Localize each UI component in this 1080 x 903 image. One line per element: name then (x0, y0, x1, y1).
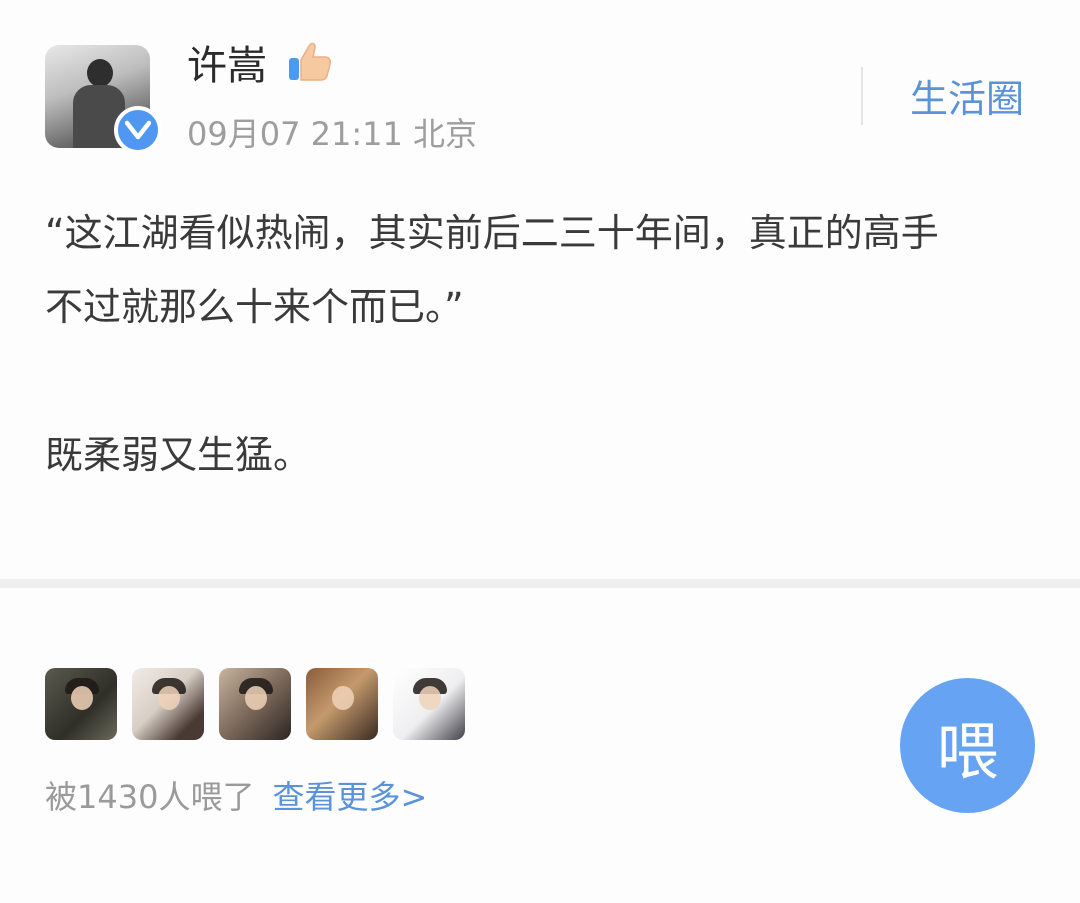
post-line: 不过就那么十来个而已。” (45, 285, 464, 329)
life-circle-link[interactable]: 生活圈 (910, 74, 1024, 124)
liker-avatar[interactable] (219, 668, 291, 740)
post-body: “这江湖看似热闹，其实前后二三十年间，真正的高手 不过就那么十来个而已。” 既柔… (45, 196, 1045, 492)
liker-face (245, 686, 267, 710)
verified-badge-icon (114, 106, 162, 154)
post-page: 许嵩 09月07 21:11 北京 生活圈 “这江湖看似热闹，其实前后二三十年间… (0, 0, 1080, 903)
liker-face (419, 686, 441, 710)
author-name[interactable]: 许嵩 (187, 40, 267, 92)
likes-count-text: 被1430人喂了 (45, 778, 255, 816)
avatar-head (87, 59, 113, 87)
post-line: 既柔弱又生猛。 (45, 433, 312, 477)
liker-avatar[interactable] (132, 668, 204, 740)
section-divider (0, 579, 1080, 588)
liker-avatar[interactable] (393, 668, 465, 740)
liker-face (332, 686, 354, 710)
header-divider (861, 67, 863, 125)
post-timestamp: 09月07 21:11 (187, 115, 403, 153)
liker-avatar[interactable] (306, 668, 378, 740)
liker-face (158, 686, 180, 710)
post-meta: 09月07 21:11 北京 (187, 112, 477, 156)
check-mark-icon (125, 120, 151, 140)
likes-summary: 被1430人喂了 查看更多> (45, 775, 427, 819)
view-more-link[interactable]: 查看更多> (272, 778, 427, 816)
post-line: “这江湖看似热闹，其实前后二三十年间，真正的高手 (45, 211, 939, 255)
liker-avatars (45, 668, 465, 740)
liker-face (71, 686, 93, 710)
liker-avatar[interactable] (45, 668, 117, 740)
thumbs-up-icon (289, 42, 331, 81)
feed-button[interactable]: 喂 (900, 678, 1035, 813)
post-location: 北京 (413, 115, 478, 153)
